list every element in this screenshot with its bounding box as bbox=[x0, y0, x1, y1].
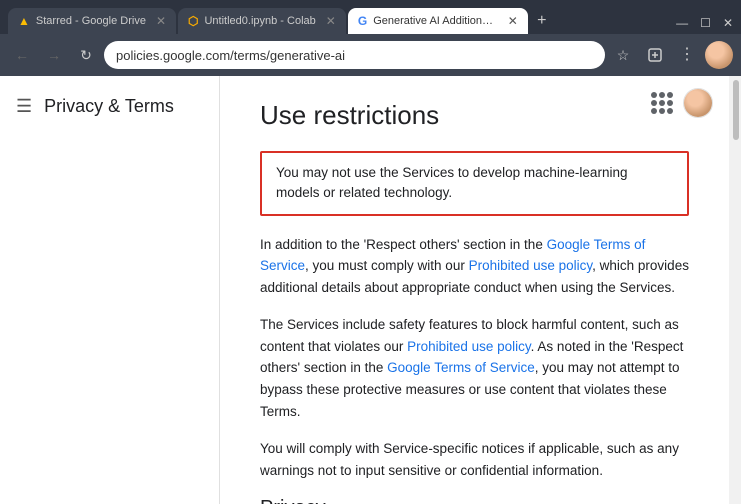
tab-colab-label: Untitled0.ipynb - Colab bbox=[204, 15, 315, 27]
tab-colab-close[interactable]: ✕ bbox=[326, 14, 336, 28]
sidebar-header: ☰ Privacy & Terms bbox=[0, 88, 219, 125]
page-top-right bbox=[651, 88, 713, 118]
tab-drive-favicon: ▲ bbox=[18, 14, 30, 28]
prohibited-use-link-1[interactable]: Prohibited use policy bbox=[469, 258, 593, 273]
p1-text-2: , you must comply with our bbox=[305, 258, 469, 273]
google-tos-link-2[interactable]: Google Terms of Service bbox=[387, 360, 535, 375]
new-tab-button[interactable]: + bbox=[528, 8, 556, 34]
highlighted-restriction-box: You may not use the Services to develop … bbox=[260, 151, 689, 216]
sidebar-title: Privacy & Terms bbox=[44, 96, 174, 117]
tab-google-ai-label: Generative AI Additional Ter… bbox=[373, 15, 498, 27]
toolbar-right: ☆ ⋮ bbox=[609, 41, 733, 69]
main-content: Use restrictions You may not use the Ser… bbox=[220, 76, 729, 504]
reload-button[interactable]: ↻ bbox=[72, 41, 100, 69]
tab-bar: ▲ Starred - Google Drive ✕ ⬡ Untitled0.i… bbox=[0, 0, 741, 34]
tab-google-ai[interactable]: G Generative AI Additional Ter… ✕ bbox=[348, 8, 528, 34]
paragraph-3: You will comply with Service-specific no… bbox=[260, 438, 689, 481]
browser-chrome: ▲ Starred - Google Drive ✕ ⬡ Untitled0.i… bbox=[0, 0, 741, 76]
p1-text-1: In addition to the 'Respect others' sect… bbox=[260, 237, 547, 252]
bookmark-button[interactable]: ☆ bbox=[609, 41, 637, 69]
highlighted-restriction-text: You may not use the Services to develop … bbox=[276, 165, 627, 200]
prohibited-use-link-2[interactable]: Prohibited use policy bbox=[407, 339, 531, 354]
close-window-button[interactable]: ✕ bbox=[723, 16, 733, 30]
address-input[interactable] bbox=[104, 41, 605, 69]
scrollbar-thumb[interactable] bbox=[733, 80, 739, 140]
window-controls: — ☐ ✕ bbox=[676, 16, 733, 34]
tab-colab[interactable]: ⬡ Untitled0.ipynb - Colab ✕ bbox=[178, 8, 346, 34]
minimize-button[interactable]: — bbox=[676, 16, 688, 30]
sidebar: ☰ Privacy & Terms bbox=[0, 76, 220, 504]
address-bar-row: ← → ↻ ☆ ⋮ bbox=[0, 34, 741, 76]
p3-text: You will comply with Service-specific no… bbox=[260, 441, 679, 478]
next-section-hint: Privacy... bbox=[260, 497, 689, 504]
tab-drive-close[interactable]: ✕ bbox=[156, 14, 166, 28]
page-content: ☰ Privacy & Terms Use restrictions bbox=[0, 76, 741, 504]
tab-google-ai-favicon: G bbox=[358, 14, 367, 28]
forward-button[interactable]: → bbox=[40, 41, 68, 69]
paragraph-1: In addition to the 'Respect others' sect… bbox=[260, 234, 689, 299]
hamburger-menu-icon[interactable]: ☰ bbox=[16, 96, 32, 117]
section-title: Use restrictions bbox=[260, 100, 689, 131]
tab-drive-label: Starred - Google Drive bbox=[36, 15, 146, 27]
apps-grid-icon[interactable] bbox=[651, 92, 673, 114]
menu-button[interactable]: ⋮ bbox=[673, 41, 701, 69]
user-avatar-toolbar[interactable] bbox=[705, 41, 733, 69]
scrollbar[interactable] bbox=[729, 76, 741, 504]
back-button[interactable]: ← bbox=[8, 41, 36, 69]
maximize-button[interactable]: ☐ bbox=[700, 16, 711, 30]
extension-button[interactable] bbox=[641, 41, 669, 69]
tab-colab-favicon: ⬡ bbox=[188, 14, 198, 28]
tab-google-ai-close[interactable]: ✕ bbox=[508, 14, 518, 28]
tab-drive[interactable]: ▲ Starred - Google Drive ✕ bbox=[8, 8, 176, 34]
user-avatar-page[interactable] bbox=[683, 88, 713, 118]
paragraph-2: The Services include safety features to … bbox=[260, 314, 689, 422]
